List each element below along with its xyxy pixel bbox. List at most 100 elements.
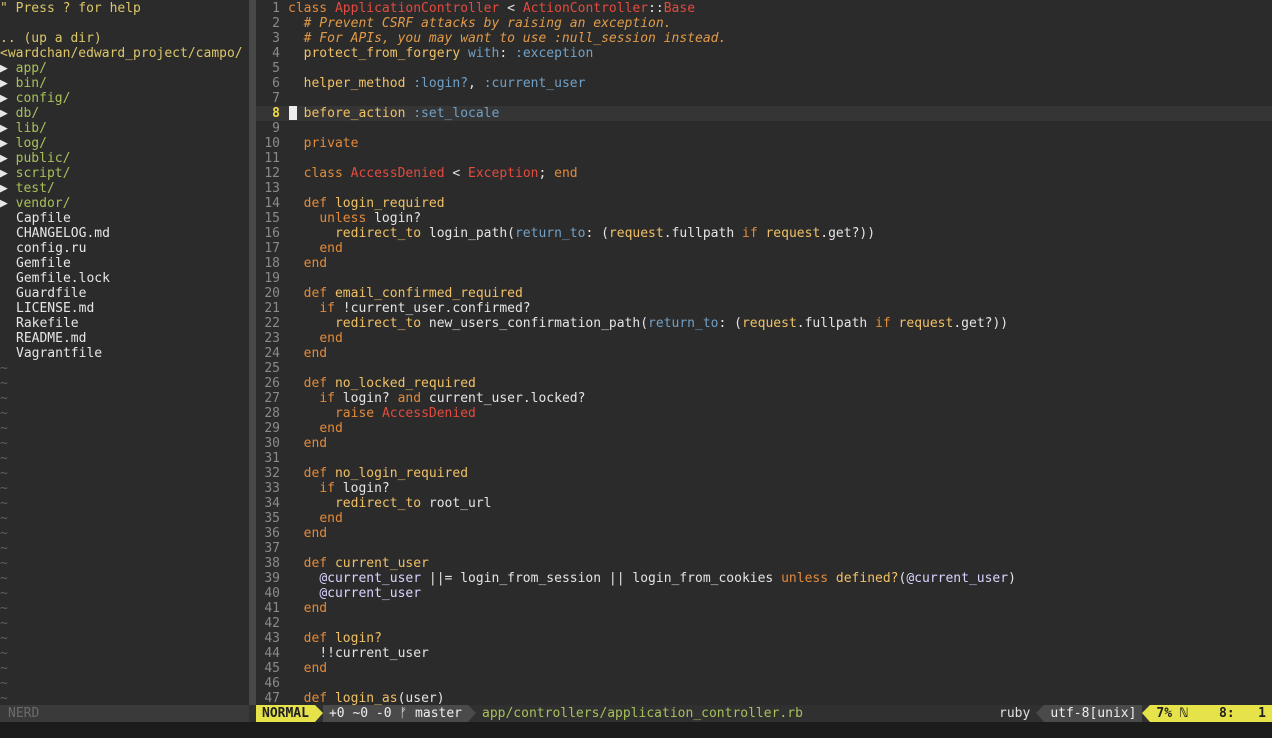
code-line[interactable]: 8 before_action :set_locale [256, 106, 1272, 121]
dir-slash: / [62, 151, 71, 166]
nerdtree-file[interactable]: Rakefile [0, 316, 249, 331]
collapsed-arrow-icon: ▶ [0, 136, 16, 151]
line-number: 32 [264, 466, 280, 481]
dir-name: bin [15, 76, 40, 91]
code-line[interactable]: 39 @current_user ||= login_from_session … [256, 571, 1272, 586]
empty-line-marker: ~ [0, 376, 8, 391]
code-line[interactable]: 29 end [256, 421, 1272, 436]
code-line[interactable]: 15 unless login? [256, 211, 1272, 226]
code-line[interactable]: 23 end [256, 331, 1272, 346]
collapsed-arrow-icon: ▶ [0, 61, 16, 76]
nerdtree-file[interactable]: LICENSE.md [0, 301, 249, 316]
code-line[interactable]: 17 end [256, 241, 1272, 256]
encoding-separator [1036, 705, 1045, 722]
vertical-split-divider[interactable] [249, 0, 256, 705]
code-line[interactable]: 11 [256, 151, 1272, 166]
line-number: 5 [272, 61, 280, 76]
code-line[interactable]: 46 [256, 676, 1272, 691]
code-line[interactable]: 26 def no_locked_required [256, 376, 1272, 391]
line-number: 21 [264, 301, 280, 316]
code-line[interactable]: 9 [256, 121, 1272, 136]
empty-line-marker: ~ [0, 391, 8, 406]
nerdtree-dir-script[interactable]: ▶ script/ [0, 166, 249, 181]
line-number: 31 [264, 451, 280, 466]
dir-slash: / [39, 76, 47, 91]
code-line[interactable]: 4 protect_from_forgery with: :exception [256, 46, 1272, 61]
code-line[interactable]: 36 end [256, 526, 1272, 541]
code-line[interactable]: 40 @current_user [256, 586, 1272, 601]
code-line[interactable]: 21 if !current_user.confirmed? [256, 301, 1272, 316]
nerdtree-dir-test[interactable]: ▶ test/ [0, 181, 249, 196]
code-line[interactable]: 38 def current_user [256, 556, 1272, 571]
nerdtree-dir-lib[interactable]: ▶ lib/ [0, 121, 249, 136]
code-line[interactable]: 14 def login_required [256, 196, 1272, 211]
code-line[interactable]: 24 end [256, 346, 1272, 361]
code-line[interactable]: 34 redirect_to root_url [256, 496, 1272, 511]
nerdtree-dir-bin[interactable]: ▶ bin/ [0, 76, 249, 91]
nerdtree-dir-db[interactable]: ▶ db/ [0, 106, 249, 121]
empty-line-marker: ~ [0, 571, 8, 586]
code-line[interactable]: 5 [256, 61, 1272, 76]
code-line[interactable]: 43 def login? [256, 631, 1272, 646]
nerdtree-file[interactable]: Gemfile.lock [0, 271, 249, 286]
code-line[interactable]: 44 !!current_user [256, 646, 1272, 661]
code-line[interactable]: 45 end [256, 661, 1272, 676]
nerdtree-dir-config[interactable]: ▶ config/ [0, 91, 249, 106]
code-line[interactable]: 41 end [256, 601, 1272, 616]
code-line[interactable]: 28 raise AccessDenied [256, 406, 1272, 421]
nerdtree-dir-app[interactable]: ▶ app/ [0, 61, 249, 76]
code-line[interactable]: 2 # Prevent CSRF attacks by raising an e… [256, 16, 1272, 31]
code-line[interactable]: 10 private [256, 136, 1272, 151]
code-line[interactable]: 1 class ApplicationController < ActionCon… [256, 1, 1272, 16]
line-number: 47 [264, 691, 280, 706]
nerdtree-file[interactable]: CHANGELOG.md [0, 226, 249, 241]
status-line: NERD NORMAL +0 ~0 -0 ᚠ master app/contro… [0, 705, 1272, 722]
code-line[interactable]: 16 redirect_to login_path(return_to: (re… [256, 226, 1272, 241]
code-line[interactable]: 13 [256, 181, 1272, 196]
code-editor-pane[interactable]: 1 class ApplicationController < ActionCon… [256, 0, 1272, 706]
code-line[interactable]: 42 [256, 616, 1272, 631]
collapsed-arrow-icon: ▶ [0, 91, 16, 106]
code-line[interactable]: 35 end [256, 511, 1272, 526]
code-line[interactable]: 33 if login? [256, 481, 1272, 496]
nerdtree-dir-log[interactable]: ▶ log/ [0, 136, 249, 151]
nerdtree-file[interactable]: README.md [0, 331, 249, 346]
code-line[interactable]: 37 [256, 541, 1272, 556]
code-line[interactable]: 32 def no_login_required [256, 466, 1272, 481]
code-text: def no_locked_required [303, 376, 476, 391]
code-line[interactable]: 12 class AccessDenied < Exception; end [256, 166, 1272, 181]
nerdtree-file[interactable]: Gemfile [0, 256, 249, 271]
code-line[interactable]: 25 [256, 361, 1272, 376]
line-number: 30 [264, 436, 280, 451]
code-line[interactable]: 18 end [256, 256, 1272, 271]
code-line[interactable]: 3 # For APIs, you may want to use :null_… [256, 31, 1272, 46]
line-number: 25 [264, 361, 280, 376]
command-line[interactable] [0, 722, 1272, 738]
nerdtree-file[interactable]: config.ru [0, 241, 249, 256]
nerdtree-dir-public[interactable]: ▶ public/ [0, 151, 249, 166]
nerdtree-root-path[interactable]: <wardchan/edward_project/campo/ [0, 46, 249, 61]
dir-name: public [15, 151, 63, 166]
code-line[interactable]: 31 [256, 451, 1272, 466]
code-line[interactable]: 20 def email_confirmed_required [256, 286, 1272, 301]
nerdtree-file[interactable]: Guardfile [0, 286, 249, 301]
code-line[interactable]: 7 [256, 91, 1272, 106]
code-line[interactable]: 30 end [256, 436, 1272, 451]
code-text: def login? [303, 631, 382, 646]
nerdtree-up-dir[interactable]: .. (up a dir) [0, 31, 249, 46]
nerdtree-file[interactable]: Vagrantfile [0, 346, 249, 361]
dir-slash: / [39, 121, 47, 136]
dir-slash: / [39, 136, 47, 151]
line-number: 4 [272, 46, 280, 61]
empty-line-marker: ~ [0, 406, 8, 421]
code-line[interactable]: 19 [256, 271, 1272, 286]
code-line[interactable]: 6 helper_method :login?, :current_user [256, 76, 1272, 91]
line-number: 27 [264, 391, 280, 406]
code-line[interactable]: 27 if login? and current_user.locked? [256, 391, 1272, 406]
nerdtree-pane[interactable]: " Press ? for help .. (up a dir) <wardch… [0, 0, 249, 706]
nerdtree-file[interactable]: Capfile [0, 211, 249, 226]
code-line[interactable]: 22 redirect_to new_users_confirmation_pa… [256, 316, 1272, 331]
nerdtree-dir-vendor[interactable]: ▶ vendor/ [0, 196, 249, 211]
code-line[interactable]: 47 def login_as(user) [256, 691, 1272, 706]
